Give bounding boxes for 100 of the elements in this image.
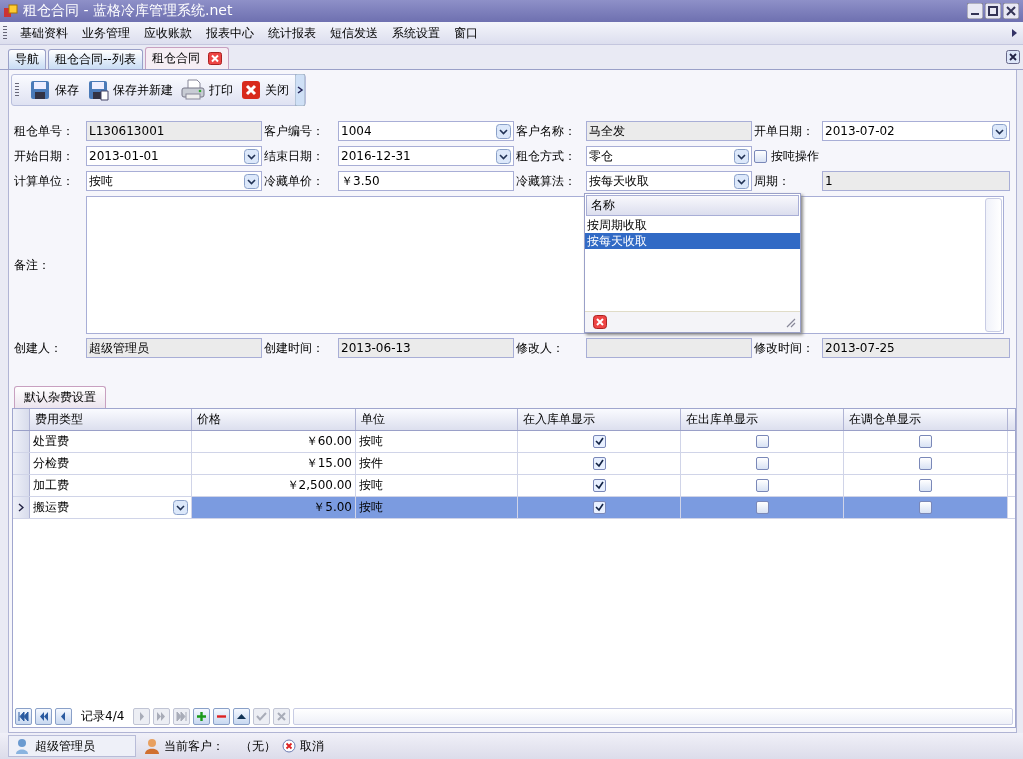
menu-item[interactable]: 基础资料 bbox=[13, 24, 75, 42]
dropdown-field[interactable]: 1004 bbox=[338, 121, 514, 141]
nav-remove-button[interactable] bbox=[213, 707, 231, 725]
field-label: 结束日期： bbox=[264, 147, 325, 165]
up-icon bbox=[236, 711, 248, 721]
table-row[interactable]: 处置费 ￥60.00 按吨 bbox=[13, 431, 1015, 453]
nav-prev-page-button[interactable] bbox=[35, 707, 52, 725]
overflow-icon[interactable] bbox=[295, 74, 305, 106]
save-button[interactable]: 保存 bbox=[25, 77, 83, 103]
column-header[interactable]: 在调仓单显示 bbox=[844, 409, 1008, 430]
checkbox-label: 按吨操作 bbox=[771, 147, 819, 165]
input-field[interactable]: 马全发 bbox=[586, 121, 752, 141]
minimize-button[interactable] bbox=[967, 3, 983, 19]
row-header[interactable] bbox=[13, 497, 30, 518]
checkbox[interactable] bbox=[919, 435, 932, 448]
group-tab[interactable]: 默认杂费设置 bbox=[14, 386, 106, 408]
checkbox[interactable] bbox=[919, 479, 932, 492]
checkbox[interactable] bbox=[754, 149, 767, 163]
nav-up-button[interactable] bbox=[233, 707, 251, 725]
checkbox[interactable] bbox=[755, 435, 769, 448]
add-icon bbox=[196, 711, 208, 721]
checkbox[interactable] bbox=[592, 479, 606, 492]
record-counter: 记录4/4 bbox=[80, 707, 126, 725]
input-field[interactable]: 超级管理员 bbox=[86, 338, 262, 358]
column-header[interactable]: 单位 bbox=[356, 409, 518, 430]
checkbox[interactable] bbox=[919, 501, 932, 514]
cancel-button[interactable]: 取消 bbox=[280, 737, 326, 755]
table-row[interactable]: 分检费 ￥15.00 按件 bbox=[13, 453, 1015, 475]
nav-prev-button[interactable] bbox=[55, 707, 72, 725]
menu-item[interactable]: 应收账款 bbox=[137, 24, 199, 42]
customer-icon bbox=[144, 738, 160, 754]
grip-icon bbox=[3, 26, 7, 40]
column-header[interactable]: 在入库单显示 bbox=[518, 409, 681, 430]
app-icon bbox=[4, 4, 18, 18]
nav-add-button[interactable] bbox=[193, 707, 211, 725]
field-label: 客户编号： bbox=[264, 122, 325, 140]
close-button[interactable]: 关闭 bbox=[237, 77, 293, 103]
field-label: 租仓单号： bbox=[14, 122, 75, 140]
field-label: 修改时间： bbox=[754, 339, 815, 357]
close-button[interactable] bbox=[1003, 3, 1019, 19]
field-label: 创建时间： bbox=[264, 339, 325, 357]
save-new-button[interactable]: 保存并新建 bbox=[83, 77, 177, 103]
field-label: 开始日期： bbox=[14, 147, 75, 165]
customer-value: （无） bbox=[240, 737, 276, 755]
checkbox[interactable] bbox=[919, 457, 932, 470]
column-header[interactable]: 价格 bbox=[192, 409, 356, 430]
input-field[interactable] bbox=[586, 338, 752, 358]
dropdown-field[interactable]: 2013-07-02 bbox=[822, 121, 1010, 141]
input-field[interactable]: 2013-06-13 bbox=[338, 338, 514, 358]
scrollbar[interactable] bbox=[293, 707, 1013, 725]
dropdown-field[interactable]: 2013-01-01 bbox=[86, 146, 262, 166]
field-label: 租仓方式： bbox=[516, 147, 577, 165]
cancel-icon bbox=[282, 739, 296, 753]
menu-item[interactable]: 系统设置 bbox=[385, 24, 447, 42]
scroll-right-icon[interactable] bbox=[1011, 28, 1019, 38]
checkbox[interactable] bbox=[592, 457, 606, 470]
maximize-button[interactable] bbox=[985, 3, 1001, 19]
menu-item[interactable]: 统计报表 bbox=[261, 24, 323, 42]
menu-item[interactable]: 报表中心 bbox=[199, 24, 261, 42]
dropdown-field[interactable]: 按吨 bbox=[86, 171, 262, 191]
print-button[interactable]: 打印 bbox=[177, 77, 237, 103]
input-field[interactable]: 2013-07-25 bbox=[822, 338, 1010, 358]
checkbox[interactable] bbox=[592, 501, 606, 514]
column-header[interactable]: 在出库单显示 bbox=[681, 409, 844, 430]
column-header[interactable]: 费用类型 bbox=[30, 409, 192, 430]
clear-icon[interactable] bbox=[593, 315, 607, 329]
first-icon bbox=[18, 711, 29, 721]
input-field[interactable]: ￥3.50 bbox=[338, 171, 514, 191]
input-field[interactable]: L130613001 bbox=[86, 121, 262, 141]
table-cell: ￥2,500.00 bbox=[192, 475, 356, 496]
field-label: 冷藏单价： bbox=[264, 172, 325, 190]
input-field[interactable]: 1 bbox=[822, 171, 1010, 191]
scrollbar[interactable] bbox=[985, 198, 1002, 332]
close-icon[interactable] bbox=[207, 52, 222, 65]
dropdown-field[interactable]: 零仓 bbox=[586, 146, 752, 166]
menu-item[interactable]: 窗口 bbox=[447, 24, 485, 42]
checkbox[interactable] bbox=[755, 457, 769, 470]
document-tab[interactable]: 导航 bbox=[8, 49, 46, 69]
dropdown-field[interactable]: 按每天收取 bbox=[586, 171, 752, 191]
dropdown-field[interactable]: 2016-12-31 bbox=[338, 146, 514, 166]
menu-item[interactable]: 业务管理 bbox=[75, 24, 137, 42]
list-option[interactable]: 按周期收取 bbox=[585, 217, 800, 233]
field-label: 修改人： bbox=[516, 339, 565, 357]
document-tab[interactable]: 租仓合同 bbox=[144, 47, 229, 69]
field-label: 开单日期： bbox=[754, 122, 815, 140]
checkbox[interactable] bbox=[755, 479, 769, 492]
nav-first-button[interactable] bbox=[15, 707, 32, 725]
checkbox[interactable] bbox=[592, 435, 606, 448]
current-row-icon bbox=[18, 503, 24, 512]
menu-item[interactable]: 短信发送 bbox=[323, 24, 385, 42]
confirm-icon bbox=[256, 711, 268, 721]
list-option[interactable]: 按每天收取 bbox=[585, 233, 800, 249]
resize-grip-icon[interactable] bbox=[785, 316, 796, 328]
column-header: 名称 bbox=[586, 195, 799, 216]
close-icon[interactable] bbox=[1006, 50, 1020, 64]
table-row[interactable]: 搬运费 ￥5.00 按吨 bbox=[13, 497, 1015, 519]
checkbox[interactable] bbox=[755, 501, 769, 514]
close-icon bbox=[241, 80, 261, 100]
table-cell: 搬运费 bbox=[30, 497, 192, 518]
document-tab[interactable]: 租仓合同--列表 bbox=[48, 49, 143, 69]
